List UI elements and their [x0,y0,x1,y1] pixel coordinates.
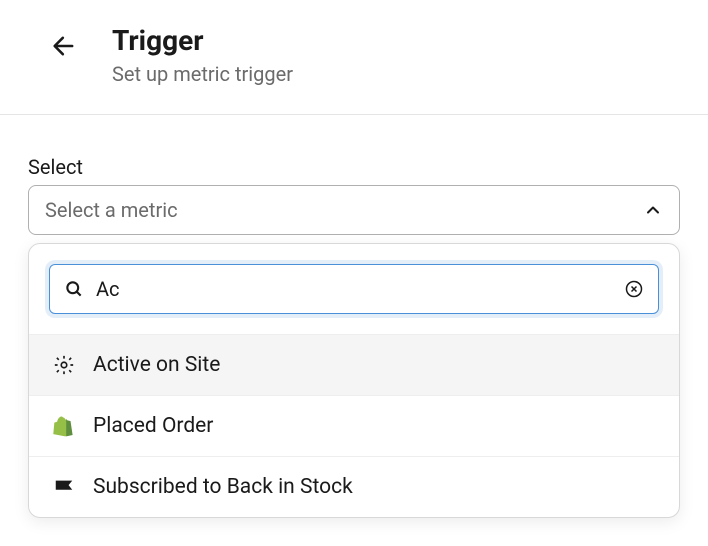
flag-icon [53,476,75,498]
arrow-left-icon [50,32,78,60]
search-input[interactable] [96,277,624,301]
gear-icon [53,354,75,376]
option-subscribed-back-in-stock[interactable]: Subscribed to Back in Stock [29,456,679,517]
option-active-on-site[interactable]: Active on Site [29,334,679,395]
field-label: Select [28,155,680,179]
chevron-up-icon [643,200,663,220]
clear-icon [624,279,644,299]
metric-dropdown: Active on Site Placed Order Subscribed t… [28,243,680,518]
option-label: Placed Order [93,414,213,438]
clear-search-button[interactable] [624,279,644,299]
page-title: Trigger [112,24,293,58]
search-wrap [29,244,679,334]
select-placeholder: Select a metric [45,198,178,222]
metric-select[interactable]: Select a metric [28,185,680,235]
page-header: Trigger Set up metric trigger [0,0,708,115]
header-text: Trigger Set up metric trigger [112,24,293,86]
page-subtitle: Set up metric trigger [112,62,293,86]
option-label: Subscribed to Back in Stock [93,475,353,499]
shopify-icon [53,415,75,437]
search-box[interactable] [49,264,659,314]
option-label: Active on Site [93,353,220,377]
option-placed-order[interactable]: Placed Order [29,395,679,456]
content-area: Select Select a metric [0,115,708,518]
search-icon [64,279,84,299]
back-button[interactable] [48,30,80,62]
